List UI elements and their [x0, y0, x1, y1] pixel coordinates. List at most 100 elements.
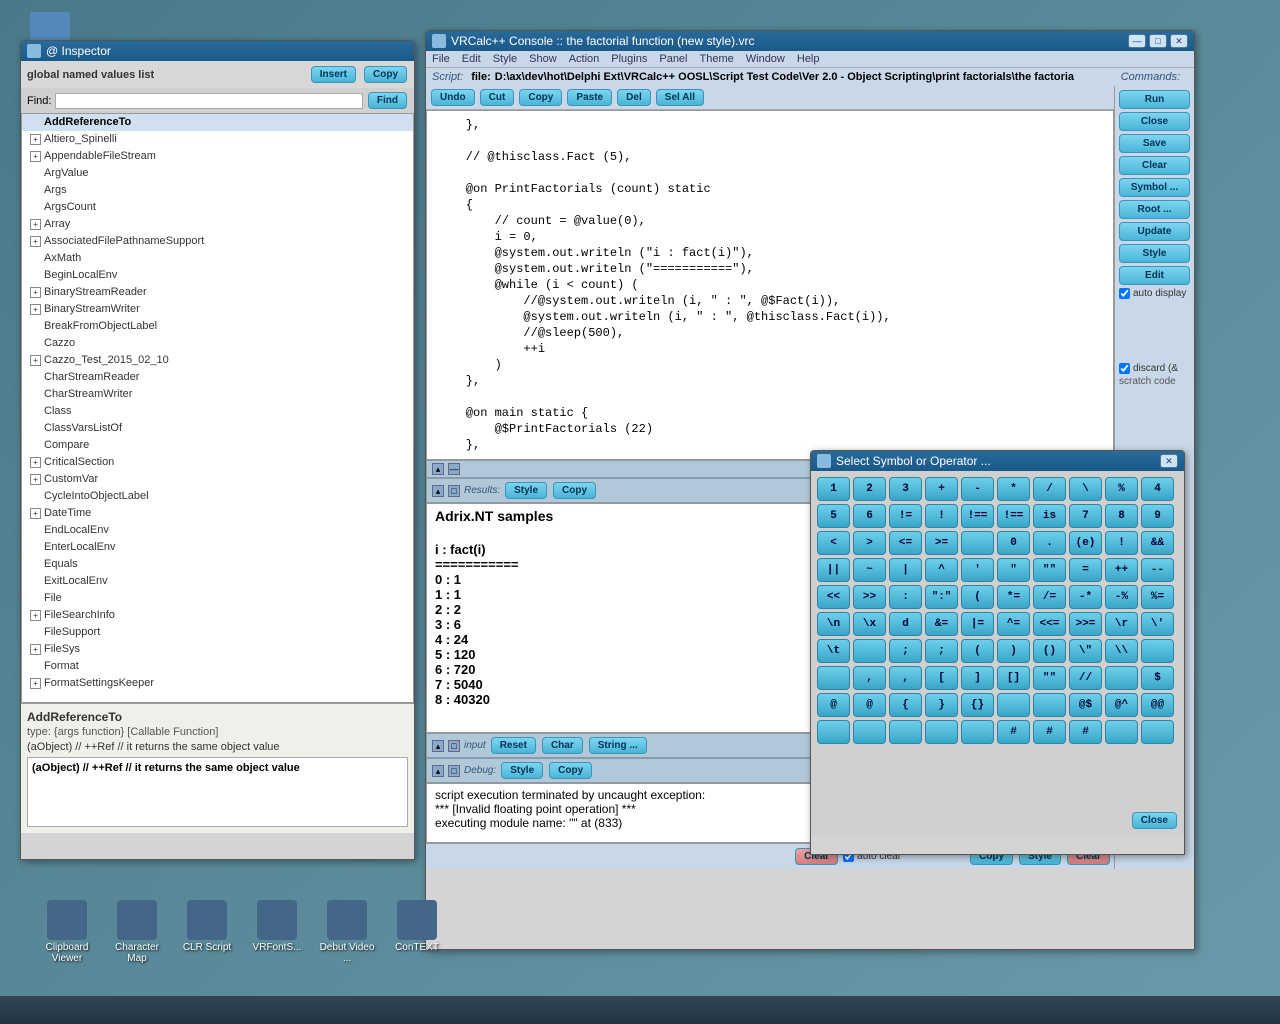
symbol-button[interactable]: (	[961, 639, 994, 663]
desktop-icon[interactable]: ConTEXT	[385, 900, 449, 953]
symbol-button[interactable]: |	[889, 558, 922, 582]
tree-item[interactable]: Equals	[22, 556, 413, 573]
menu-item-action[interactable]: Action	[569, 53, 600, 65]
symbol-button[interactable]	[1141, 639, 1174, 663]
symbol-button[interactable]: \	[1069, 477, 1102, 501]
symbol-close-x[interactable]: ✕	[1160, 454, 1178, 468]
symbol-button[interactable]: >=	[925, 531, 958, 555]
inspector-titlebar[interactable]: @ Inspector	[21, 41, 414, 61]
symbol-button[interactable]: }	[925, 693, 958, 717]
symbol-button[interactable]: %	[1105, 477, 1138, 501]
symbol-button[interactable]: ""	[1033, 558, 1066, 582]
tree-item[interactable]: BinaryStreamWriter	[22, 301, 413, 318]
symbol-button[interactable]: 6	[853, 504, 886, 528]
symbol-button[interactable]: Symbol ...	[1119, 178, 1190, 197]
symbol-button[interactable]: -%	[1105, 585, 1138, 609]
clear-cmd-button[interactable]: Clear	[1119, 156, 1190, 175]
tree-item[interactable]: Class	[22, 403, 413, 420]
symbol-button[interactable]: 1	[817, 477, 850, 501]
undo-button[interactable]: Undo	[431, 89, 475, 106]
desktop-icon-computer[interactable]	[30, 12, 70, 42]
symbol-button[interactable]: <=	[889, 531, 922, 555]
tree-item[interactable]: EnterLocalEnv	[22, 539, 413, 556]
symbol-button[interactable]: 8	[1105, 504, 1138, 528]
symbol-button[interactable]: \\	[1105, 639, 1138, 663]
symbol-button[interactable]: -*	[1069, 585, 1102, 609]
tree-item[interactable]: AddReferenceTo	[22, 114, 413, 131]
symbol-button[interactable]: \t	[817, 639, 850, 663]
symbol-button[interactable]: *=	[997, 585, 1030, 609]
symbol-button[interactable]: 7	[1069, 504, 1102, 528]
symbol-button[interactable]: #	[997, 720, 1030, 744]
taskbar[interactable]	[0, 996, 1280, 1024]
symbol-button[interactable]: <<	[817, 585, 850, 609]
symbol-button[interactable]: []	[997, 666, 1030, 690]
input-reset-button[interactable]: Reset	[491, 737, 536, 754]
discard-checkbox[interactable]	[1119, 363, 1130, 374]
symbol-button[interactable]	[997, 693, 1030, 717]
inspector-copy-button[interactable]: Copy	[364, 66, 407, 83]
symbol-button[interactable]: $	[1141, 666, 1174, 690]
symbol-button[interactable]: @	[853, 693, 886, 717]
minimize-button[interactable]: —	[1128, 34, 1146, 48]
symbol-button[interactable]: [	[925, 666, 958, 690]
symbol-button[interactable]: ||	[817, 558, 850, 582]
tree-item[interactable]: CharStreamReader	[22, 369, 413, 386]
symbol-button[interactable]: -	[961, 477, 994, 501]
selall-button[interactable]: Sel All	[656, 89, 704, 106]
tree-item[interactable]: CriticalSection	[22, 454, 413, 471]
symbol-button[interactable]: is	[1033, 504, 1066, 528]
symbol-button[interactable]: !==	[961, 504, 994, 528]
symbol-button[interactable]: (	[961, 585, 994, 609]
paste-button[interactable]: Paste	[567, 89, 612, 106]
symbol-button[interactable]: !	[925, 504, 958, 528]
collapse-icon[interactable]: ▴	[432, 463, 444, 475]
tree-item[interactable]: FileSupport	[22, 624, 413, 641]
symbol-button[interactable]: !==	[997, 504, 1030, 528]
tree-item[interactable]: Cazzo	[22, 335, 413, 352]
values-tree[interactable]: AddReferenceToAltiero_SpinelliAppendable…	[21, 113, 414, 703]
blank-icon[interactable]: □	[448, 765, 460, 777]
symbol-button[interactable]: >	[853, 531, 886, 555]
symbol-button[interactable]: (e)	[1069, 531, 1102, 555]
menu-item-file[interactable]: File	[432, 53, 450, 65]
symbol-button[interactable]	[817, 720, 850, 744]
symbol-button[interactable]: @^	[1105, 693, 1138, 717]
menu-item-panel[interactable]: Panel	[659, 53, 687, 65]
tree-item[interactable]: ExitLocalEnv	[22, 573, 413, 590]
symbol-button[interactable]: &&	[1141, 531, 1174, 555]
run-button[interactable]: Run	[1119, 90, 1190, 109]
symbol-button[interactable]: 2	[853, 477, 886, 501]
symbol-button[interactable]: \'	[1141, 612, 1174, 636]
symbol-button[interactable]: !=	[889, 504, 922, 528]
symbol-button[interactable]: 3	[889, 477, 922, 501]
inspector-insert-button[interactable]: Insert	[311, 66, 356, 83]
symbol-button[interactable]: ~	[853, 558, 886, 582]
symbol-button[interactable]: {}	[961, 693, 994, 717]
symbol-button[interactable]: 4	[1141, 477, 1174, 501]
tree-item[interactable]: Array	[22, 216, 413, 233]
symbol-button[interactable]: >>	[853, 585, 886, 609]
symbol-button[interactable]: !	[1105, 531, 1138, 555]
cut-button[interactable]: Cut	[480, 89, 515, 106]
desktop-icon[interactable]: VRFontS...	[245, 900, 309, 953]
tree-item[interactable]: FileSys	[22, 641, 413, 658]
find-input[interactable]	[55, 93, 362, 109]
symbol-button[interactable]: @@	[1141, 693, 1174, 717]
tree-item[interactable]: ClassVarsListOf	[22, 420, 413, 437]
tree-item[interactable]: AppendableFileStream	[22, 148, 413, 165]
symbol-button[interactable]	[853, 639, 886, 663]
tree-item[interactable]: File	[22, 590, 413, 607]
console-titlebar[interactable]: VRCalc++ Console :: the factorial functi…	[426, 31, 1194, 51]
symbol-button[interactable]	[961, 720, 994, 744]
symbol-button[interactable]	[1033, 693, 1066, 717]
results-copy-button[interactable]: Copy	[553, 482, 596, 499]
tree-item[interactable]: CustomVar	[22, 471, 413, 488]
menu-item-edit[interactable]: Edit	[462, 53, 481, 65]
symbol-button[interactable]: @$	[1069, 693, 1102, 717]
tree-item[interactable]: Args	[22, 182, 413, 199]
tree-item[interactable]: Compare	[22, 437, 413, 454]
find-button[interactable]: Find	[368, 92, 407, 109]
symbol-button[interactable]: d	[889, 612, 922, 636]
symbol-button[interactable]: {	[889, 693, 922, 717]
